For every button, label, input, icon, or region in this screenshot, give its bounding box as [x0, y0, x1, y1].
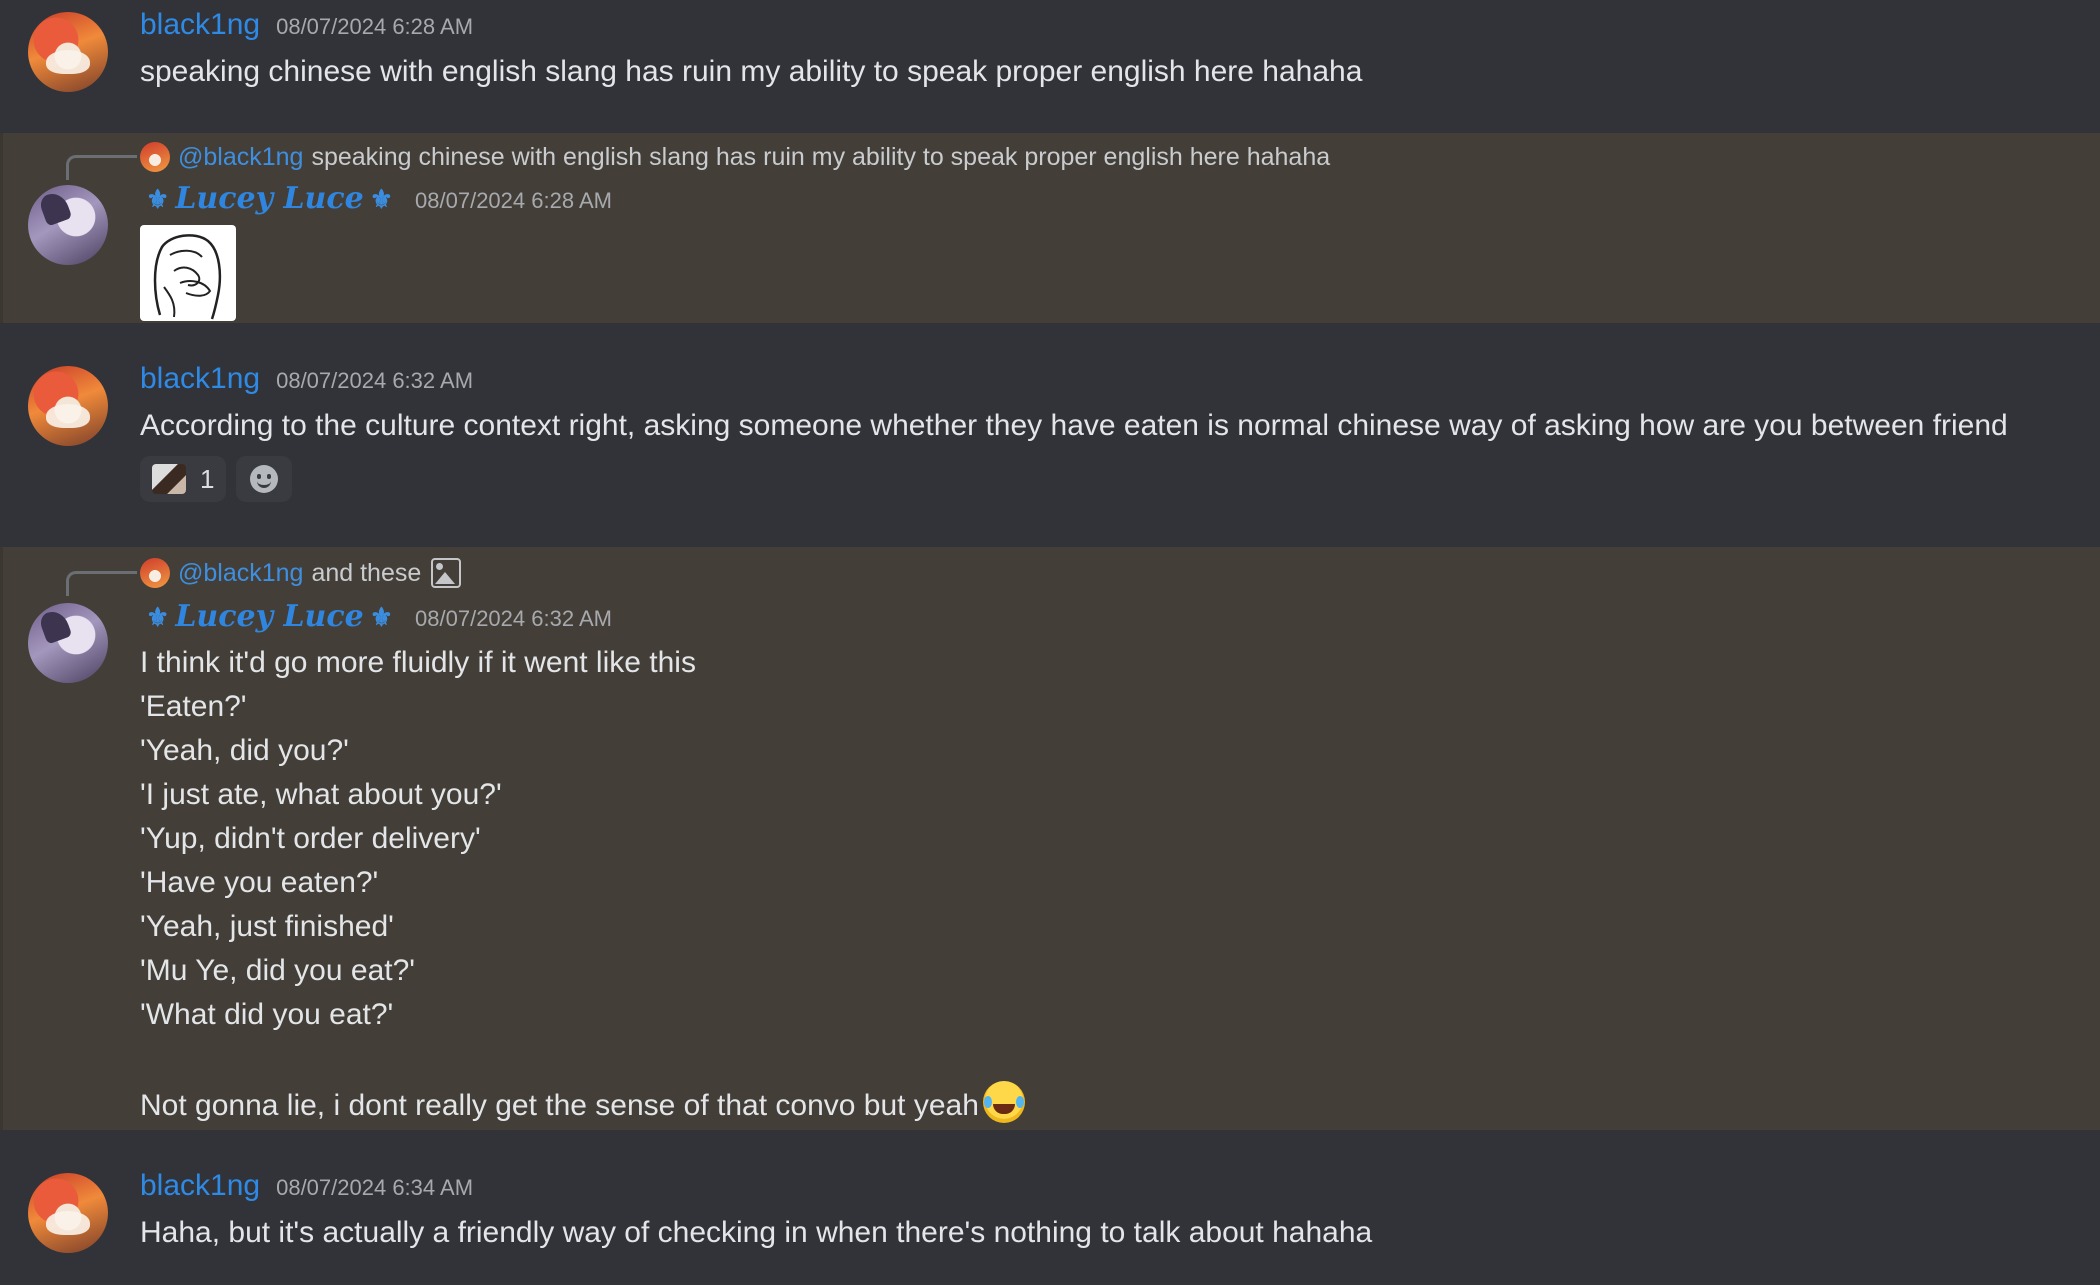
reply-username[interactable]: @black1ng: [178, 143, 303, 172]
message-line: 'Eaten?': [140, 690, 247, 723]
reply-text[interactable]: speaking chinese with english slang has …: [311, 143, 1330, 172]
sketch-image-icon: [153, 234, 222, 320]
message-line: 'Have you eaten?': [140, 866, 379, 899]
fleur-de-lis-icon: ⚜: [369, 603, 394, 633]
message-line: [140, 1037, 1025, 1081]
reply-preview[interactable]: @black1ng speaking chinese with english …: [140, 139, 1330, 175]
message[interactable]: black1ng 08/07/2024 6:28 AM speaking chi…: [0, 0, 2100, 133]
username[interactable]: ⚜ Lucey Luce ⚜: [140, 599, 399, 634]
reactions-bar: 1: [140, 456, 293, 502]
image-icon: [431, 558, 462, 588]
reply-text[interactable]: and these: [311, 559, 421, 588]
reply-username[interactable]: @black1ng: [178, 559, 303, 588]
chat-log: black1ng 08/07/2024 6:28 AM speaking chi…: [0, 0, 2100, 1285]
timestamp: 08/07/2024 6:34 AM: [276, 1175, 474, 1200]
username[interactable]: ⚜ Lucey Luce ⚜: [140, 181, 399, 216]
message-body: I think it'd go more fluidly if it went …: [140, 641, 1025, 1128]
message-text: According to the culture context right, …: [140, 409, 2008, 442]
avatar[interactable]: [28, 366, 108, 446]
message[interactable]: black1ng 08/07/2024 6:32 AM According to…: [0, 323, 2100, 547]
fleur-de-lis-icon: ⚜: [146, 603, 170, 633]
fleur-de-lis-icon: ⚜: [369, 185, 394, 215]
timestamp: 08/07/2024 6:32 AM: [415, 606, 612, 631]
message-line: 'I just ate, what about you?': [140, 778, 502, 811]
fleur-de-lis-icon: ⚜: [146, 185, 170, 215]
add-reaction-button[interactable]: [236, 456, 293, 502]
message-line: Not gonna lie, i dont really get the sen…: [140, 1089, 979, 1122]
username[interactable]: black1ng: [140, 8, 260, 42]
image-attachment[interactable]: [140, 225, 236, 321]
avatar[interactable]: [28, 603, 108, 683]
reaction-count: 1: [200, 463, 215, 494]
message-line: 'Yeah, did you?': [140, 734, 349, 767]
message[interactable]: black1ng 08/07/2024 6:34 AM Haha, but it…: [0, 1130, 2100, 1285]
timestamp: 08/07/2024 6:32 AM: [276, 368, 474, 393]
reaction[interactable]: 1: [140, 456, 227, 502]
smile-icon: [250, 465, 279, 493]
avatar[interactable]: [28, 185, 108, 265]
username-text: Lucey Luce: [175, 181, 364, 216]
reply-preview[interactable]: @black1ng and these: [140, 555, 462, 591]
reply-avatar: [140, 142, 170, 172]
avatar[interactable]: [28, 12, 108, 92]
reply-avatar: [140, 558, 170, 588]
timestamp: 08/07/2024 6:28 AM: [415, 188, 612, 213]
message[interactable]: @black1ng speaking chinese with english …: [0, 133, 2100, 323]
message-line-last: Not gonna lie, i dont really get the sen…: [140, 1081, 1025, 1128]
message-line: 'Yup, didn't order delivery': [140, 822, 481, 855]
avatar[interactable]: [28, 1173, 108, 1253]
timestamp: 08/07/2024 6:28 AM: [276, 14, 474, 39]
message-text: speaking chinese with english slang has …: [140, 55, 1363, 88]
message-line: 'What did you eat?': [140, 998, 394, 1031]
reply-spine: [66, 571, 137, 596]
custom-emoji-icon: [152, 464, 186, 494]
username-text: Lucey Luce: [175, 599, 364, 634]
message-line: 'Mu Ye, did you eat?': [140, 954, 415, 987]
joy-emoji-icon: [982, 1081, 1025, 1123]
username[interactable]: black1ng: [140, 362, 260, 396]
message-text: Haha, but it's actually a friendly way o…: [140, 1216, 1373, 1249]
reply-spine: [66, 155, 137, 180]
message-line: I think it'd go more fluidly if it went …: [140, 646, 696, 679]
username[interactable]: black1ng: [140, 1169, 260, 1203]
message[interactable]: @black1ng and these ⚜ Lucey Luce ⚜ 08/07/2…: [0, 547, 2100, 1130]
message-line: 'Yeah, just finished': [140, 910, 394, 943]
